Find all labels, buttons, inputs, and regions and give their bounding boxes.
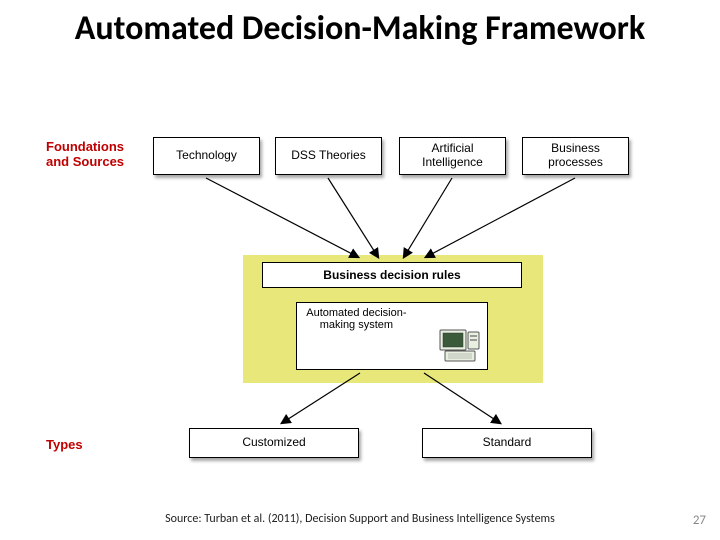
box-customized: Customized (189, 428, 359, 458)
page-title: Automated Decision-Making Framework (0, 0, 720, 47)
label-foundations: Foundations and Sources (46, 140, 141, 170)
automated-system-label: Automated decision-making system (303, 307, 410, 331)
box-technology: Technology (153, 137, 260, 175)
box-artificial-intelligence: Artificial Intelligence (399, 137, 506, 175)
label-types: Types (46, 438, 83, 453)
computer-icon (439, 329, 481, 365)
box-automated-system: Automated decision-making system (296, 302, 488, 370)
box-dss-theories: DSS Theories (275, 137, 382, 175)
box-business-processes: Business processes (522, 137, 629, 175)
box-business-decision-rules: Business decision rules (262, 262, 522, 288)
box-standard: Standard (422, 428, 592, 458)
page-number: 27 (693, 513, 706, 528)
source-citation: Source: Turban et al. (2011), Decision S… (0, 512, 720, 526)
